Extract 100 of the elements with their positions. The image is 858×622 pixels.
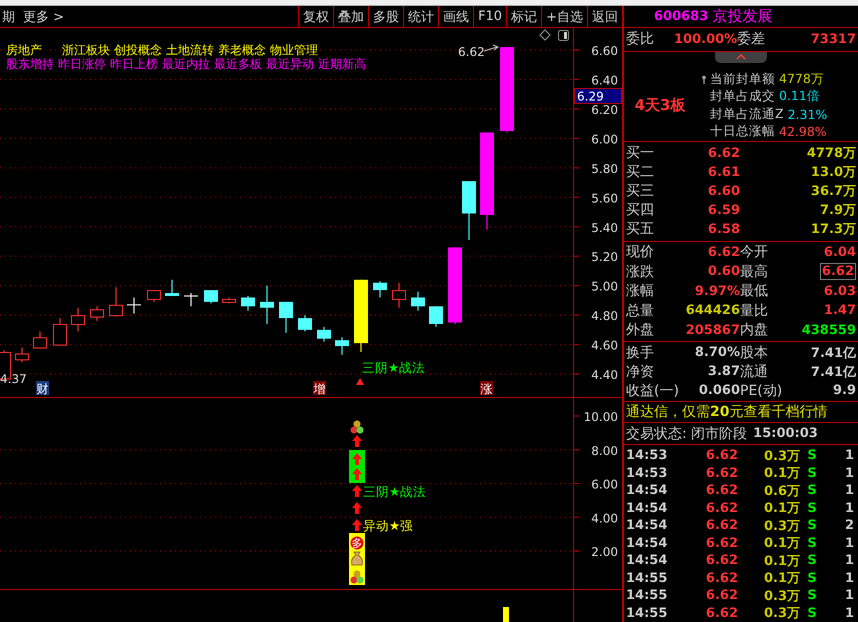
candle	[335, 336, 349, 356]
collapse-tab[interactable]	[715, 52, 767, 63]
quote-label: 内盘	[740, 321, 769, 340]
high-price-label: 6.62	[458, 45, 485, 59]
bid-label: 买一	[626, 144, 655, 162]
price-axis-label: 5.00	[591, 280, 618, 294]
quote-value: 6.62	[708, 244, 740, 260]
seal-value: 0.11倍	[779, 88, 820, 106]
pin-icon	[702, 74, 706, 85]
trade-volume: 0.1万	[762, 552, 800, 570]
trade-volume: 0.3万	[762, 588, 800, 605]
balls-icon	[350, 420, 364, 434]
quote-value: 6.62	[820, 263, 856, 280]
trade-time: 14:55	[626, 570, 668, 586]
quote-value: 438559	[802, 322, 856, 338]
trade-price: 6.62	[704, 448, 738, 464]
order-ratio-value: 100.00%	[674, 32, 738, 47]
pattern-label: 三阴★战法	[362, 360, 426, 375]
event-badge[interactable]: 财	[36, 381, 49, 396]
seal-label: 封单占流通Z	[710, 106, 784, 123]
trade-time: 14:53	[626, 448, 668, 464]
bid-volume: 36.7万	[810, 183, 856, 200]
order-diff-value: 73317	[810, 32, 856, 47]
quote-value: 6.04	[824, 244, 856, 260]
leader-line	[484, 44, 500, 52]
quote-label: 涨幅	[626, 282, 655, 300]
trade-price: 6.62	[704, 606, 738, 621]
up-arrow-icon	[352, 519, 362, 531]
promo-link[interactable]: 通达信，仅需20元查看千档行情	[624, 402, 858, 424]
seal-value: 2.31%	[788, 106, 828, 122]
trade-price: 6.62	[704, 588, 738, 604]
trade-time: 14:54	[626, 536, 668, 551]
panel-toggle-icon[interactable]	[558, 30, 569, 41]
bid-label: 买三	[626, 182, 655, 200]
trade-side: S	[806, 466, 818, 481]
quote-label: 今开	[740, 243, 769, 262]
price-axis-label: 6.40	[591, 73, 618, 88]
trade-side: S	[806, 518, 818, 534]
stat-value: 7.41亿	[810, 344, 856, 362]
trade-count: 1	[844, 448, 854, 464]
quote-label: 外盘	[626, 321, 655, 340]
stat-label: 流通	[740, 362, 769, 381]
bid-price: 6.58	[706, 222, 740, 237]
bid-label: 买二	[626, 163, 655, 182]
quote-value: 6.03	[824, 284, 856, 299]
trade-volume: 0.3万	[762, 448, 800, 465]
candle	[90, 306, 104, 322]
trade-time: 14:54	[626, 518, 668, 534]
candle	[373, 280, 387, 298]
seal-label: 封单占成交	[710, 88, 775, 106]
price-axis-label: 5.60	[591, 191, 618, 206]
bid-price: 6.61	[706, 164, 740, 180]
quote-label: 现价	[626, 243, 655, 262]
up-arrow-icon	[352, 502, 362, 514]
seal-value: 42.98%	[779, 124, 827, 140]
quote-label: 涨跌	[626, 262, 655, 281]
volume-bar	[503, 607, 509, 622]
candle	[260, 285, 274, 324]
trade-volume: 0.1万	[762, 535, 800, 552]
candle	[184, 292, 198, 307]
candle	[317, 326, 331, 342]
trade-side: S	[806, 570, 818, 586]
trade-count: 1	[844, 606, 854, 621]
quote-value: 1.47	[824, 303, 856, 318]
stat-value: 0.060	[698, 383, 740, 398]
quote-label: 总量	[626, 302, 655, 320]
board-streak: 4天3板	[634, 96, 686, 116]
up-arrow-icon	[352, 485, 362, 497]
event-badge[interactable]: 增	[313, 381, 326, 396]
trade-count: 1	[844, 570, 854, 586]
event-badge[interactable]: 涨	[480, 381, 493, 396]
seal-value: 4778万	[779, 70, 824, 88]
trade-count: 1	[844, 553, 854, 568]
order-diff-label: 委差	[737, 30, 766, 48]
price-axis-label: 5.80	[591, 162, 618, 176]
more-menu[interactable]: 更多 >	[21, 8, 66, 26]
bid-label: 买四	[626, 201, 655, 220]
diamond-icon[interactable]	[539, 29, 551, 41]
price-axis-label: 6.20	[591, 102, 618, 117]
concept-tag: 物业管理	[270, 44, 318, 57]
indicator-axis-label: 4.00	[591, 511, 618, 526]
quote-label: 量比	[740, 302, 769, 320]
quote-label: 最高	[740, 262, 769, 281]
stat-label: 股本	[740, 344, 769, 362]
trade-price: 6.62	[704, 500, 738, 516]
bid-volume: 7.9万	[818, 202, 856, 220]
trade-side: S	[806, 500, 818, 516]
candle	[53, 318, 67, 346]
triangle-icon	[356, 378, 364, 385]
trade-volume: 0.3万	[762, 518, 800, 535]
seal-label: 当前封单额	[710, 70, 775, 88]
period-label[interactable]: 期	[0, 8, 17, 26]
up-arrow-icon	[352, 453, 362, 465]
trade-status-label: 交易状态: 闭市阶段	[626, 424, 748, 443]
candle	[298, 314, 312, 332]
caret-icon	[736, 54, 746, 60]
candle	[15, 347, 29, 363]
bid-price: 6.62	[706, 146, 740, 161]
signal-tag: 股东增持	[6, 58, 54, 71]
trade-time: 14:55	[626, 588, 668, 604]
